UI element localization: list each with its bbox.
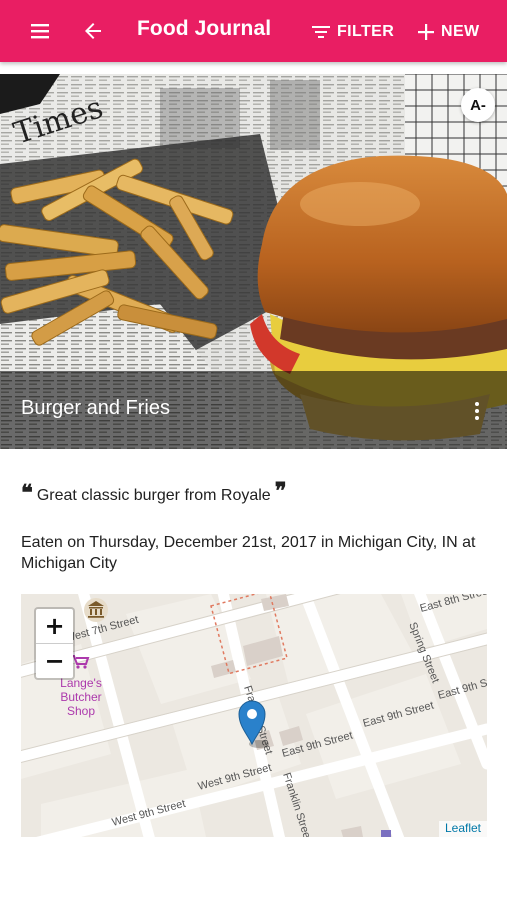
- new-label: NEW: [441, 23, 480, 40]
- filter-label: FILTER: [337, 23, 395, 40]
- museum-icon: [84, 598, 108, 622]
- review-quote: ❝ Great classic burger from Royale ❞: [21, 478, 287, 506]
- map-tiles: Lange's Butcher Shop West 7th Street Eas…: [21, 594, 487, 837]
- plus-icon: [418, 24, 434, 40]
- open-quote-icon: ❝: [21, 480, 33, 506]
- more-options-button[interactable]: [465, 396, 489, 426]
- zoom-control: + −: [34, 607, 75, 680]
- dot: [475, 402, 479, 406]
- filter-button[interactable]: FILTER: [311, 18, 394, 46]
- arrow-back-icon: [85, 23, 101, 39]
- dot: [475, 409, 479, 413]
- location-map[interactable]: Lange's Butcher Shop West 7th Street Eas…: [21, 594, 487, 837]
- photo-caption: Burger and Fries: [0, 371, 507, 449]
- entry-photo[interactable]: Times A- Burger and Fries: [0, 74, 507, 449]
- leaflet-attribution-link[interactable]: Leaflet: [438, 821, 487, 837]
- poi-label: Butcher: [60, 690, 101, 704]
- filter-icon: [312, 26, 330, 38]
- new-entry-button[interactable]: NEW: [417, 18, 480, 46]
- zoom-in-button[interactable]: +: [36, 609, 73, 644]
- eaten-details: Eaten on Thursday, December 21st, 2017 i…: [21, 534, 476, 572]
- dot: [475, 416, 479, 420]
- close-quote-icon: ❞: [274, 478, 287, 504]
- poi-label: Shop: [67, 704, 95, 718]
- hamburger-icon: [31, 24, 49, 39]
- back-button[interactable]: [73, 11, 113, 51]
- grade-badge: A-: [461, 88, 495, 122]
- review-text: Great classic burger from Royale: [36, 487, 271, 504]
- zoom-out-button[interactable]: −: [36, 644, 73, 678]
- entry-name: Burger and Fries: [21, 397, 170, 419]
- menu-button[interactable]: [20, 11, 60, 51]
- app-bar: Food Journal FILTER NEW: [0, 0, 507, 62]
- app-title: Food Journal: [137, 17, 272, 40]
